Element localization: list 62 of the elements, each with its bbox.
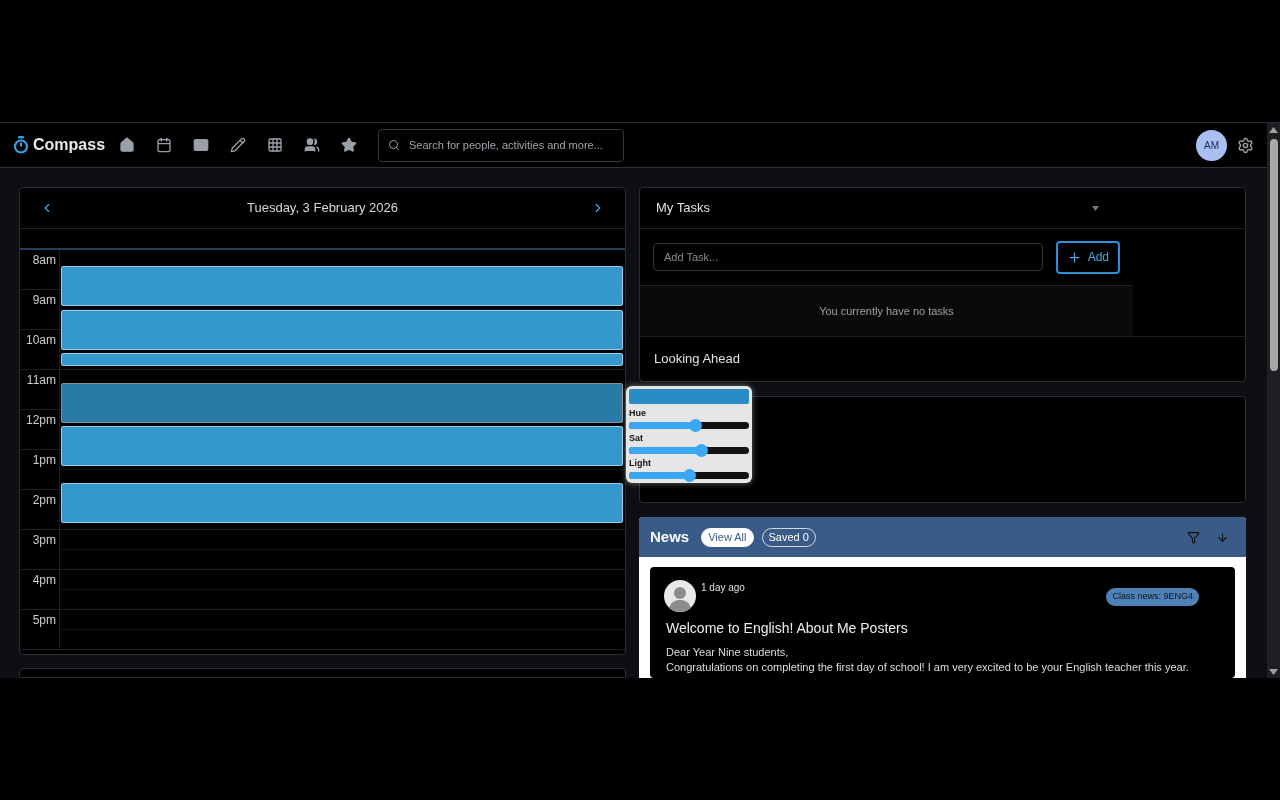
nav-button[interactable] bbox=[304, 137, 321, 153]
settings-button[interactable] bbox=[1237, 136, 1254, 154]
section-title: Looking Ahead bbox=[654, 350, 741, 369]
arrow-down-icon bbox=[1216, 530, 1229, 544]
hour-label: 4pm bbox=[32, 573, 56, 589]
slider-label: Sat bbox=[629, 433, 644, 443]
news-filter-tab[interactable]: View All bbox=[701, 527, 754, 547]
post-title: Welcome to English! About Me Posters bbox=[666, 619, 909, 638]
star-icon bbox=[341, 137, 358, 153]
brand-name: Compass bbox=[33, 135, 106, 155]
hour-label: 9am bbox=[32, 293, 56, 309]
people-icon bbox=[304, 137, 321, 153]
sort-button[interactable] bbox=[1216, 530, 1229, 544]
hour-label: 5pm bbox=[32, 613, 56, 629]
slider-thumb[interactable] bbox=[683, 469, 696, 482]
scrollbar[interactable] bbox=[1267, 123, 1280, 678]
plus-icon bbox=[1066, 249, 1082, 265]
empty-tasks-message: You currently have no tasks bbox=[819, 303, 954, 319]
calendar-date: Tuesday, 3 February 2026 bbox=[247, 199, 398, 218]
settings-icon bbox=[1237, 136, 1254, 154]
filter-button[interactable] bbox=[1187, 530, 1200, 544]
hour-label: 1pm bbox=[32, 453, 56, 469]
post-time: 1 day ago bbox=[701, 581, 745, 595]
nav-button[interactable] bbox=[230, 137, 247, 153]
collapse-button[interactable] bbox=[1092, 205, 1099, 211]
filter-icon bbox=[1187, 530, 1200, 544]
slider-track[interactable] bbox=[629, 447, 749, 454]
hour-label: 2pm bbox=[32, 493, 56, 509]
search-field[interactable]: Search for people, activities and more... bbox=[378, 128, 625, 162]
logo-icon bbox=[13, 136, 29, 154]
slider-label: Light bbox=[629, 458, 652, 468]
pencil-icon bbox=[230, 137, 247, 153]
user-avatar[interactable]: AM bbox=[1196, 129, 1227, 161]
nav-button[interactable] bbox=[119, 137, 136, 153]
news-title: News bbox=[650, 526, 690, 547]
nav-button[interactable] bbox=[156, 137, 173, 153]
caret-icon bbox=[1092, 205, 1099, 211]
panel-title: My Tasks bbox=[656, 199, 710, 218]
nav-button[interactable] bbox=[341, 137, 358, 153]
scrollbar-thumb[interactable] bbox=[1269, 139, 1278, 371]
scroll-down-icon bbox=[1269, 669, 1278, 675]
add-button[interactable]: Add bbox=[1055, 240, 1120, 274]
grid-icon bbox=[267, 137, 284, 153]
slider-thumb[interactable] bbox=[695, 444, 708, 457]
scroll-up-icon bbox=[1269, 127, 1278, 133]
slider-track[interactable] bbox=[629, 422, 749, 429]
slider-label: Hue bbox=[629, 408, 647, 418]
post-text: Congratulations on completing the first day of school! I am very excited to be your English teacher this year. bbox=[666, 660, 1190, 675]
calendar-icon bbox=[156, 137, 173, 153]
hour-label: 11am bbox=[26, 373, 56, 389]
hour-label: 12pm bbox=[25, 413, 56, 429]
slider-thumb[interactable] bbox=[689, 419, 702, 432]
search-icon bbox=[388, 138, 401, 151]
hour-label: 10am bbox=[25, 333, 56, 349]
add-task-field[interactable]: Add Task... bbox=[653, 243, 1043, 271]
home-icon bbox=[119, 137, 136, 153]
hour-label: 8am bbox=[32, 253, 56, 269]
hour-label: 3pm bbox=[32, 533, 56, 549]
class-tag: Class news: 9ENG4 bbox=[1106, 588, 1199, 606]
nav-button[interactable] bbox=[267, 137, 284, 153]
slider-track[interactable] bbox=[629, 472, 749, 479]
post-text: Dear Year Nine students, bbox=[666, 645, 790, 660]
